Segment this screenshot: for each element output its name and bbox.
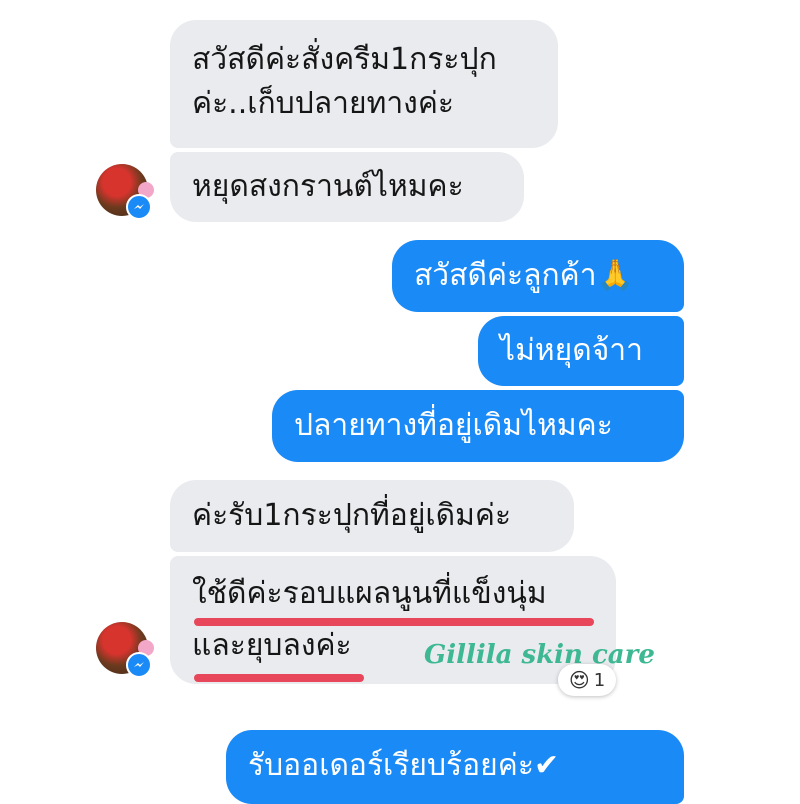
message-text: ไม่หยุดจ้าา <box>500 333 643 368</box>
highlight-underline <box>194 618 594 626</box>
message-text: ค่ะ..เก็บปลายทางค่ะ <box>192 86 455 121</box>
incoming-message-bubble: สวัสดีค่ะสั่งครีม1กระปุก ค่ะ..เก็บปลายทา… <box>170 20 558 148</box>
sender-avatar[interactable] <box>96 164 154 220</box>
messenger-icon <box>126 652 152 678</box>
reaction-count: 1 <box>593 669 606 691</box>
outgoing-message-bubble: ไม่หยุดจ้าา <box>478 316 684 386</box>
incoming-message-bubble: ค่ะรับ1กระปุกที่อยู่เดิมค่ะ <box>170 480 574 552</box>
outgoing-message-bubble: ปลายทางที่อยู่เดิมไหมคะ <box>272 390 684 462</box>
outgoing-message-bubble: สวัสดีค่ะลูกค้า🙏 <box>392 240 684 312</box>
highlight-underline <box>194 674 364 682</box>
message-text: ค่ะรับ1กระปุกที่อยู่เดิมค่ะ <box>192 498 512 533</box>
message-text: ใช้ดีค่ะรอบแผลนูนที่แข็งนุ่ม <box>192 576 547 611</box>
message-text: สวัสดีค่ะสั่งครีม1กระปุก <box>192 42 497 77</box>
message-text: หยุดสงกรานต์ไหมคะ <box>192 169 464 204</box>
incoming-message-bubble: หยุดสงกรานต์ไหมคะ <box>170 152 524 222</box>
outgoing-message-bubble: รับออเดอร์เรียบร้อยค่ะ✔ <box>226 730 684 804</box>
heart-eyes-emoji-icon: 😍 <box>568 668 590 692</box>
watermark-text: Gillila skin care <box>424 640 655 670</box>
messenger-icon <box>126 194 152 220</box>
sender-avatar[interactable] <box>96 622 154 678</box>
message-text: รับออเดอร์เรียบร้อยค่ะ✔ <box>248 748 560 783</box>
message-text: ปลายทางที่อยู่เดิมไหมคะ <box>294 408 613 443</box>
message-text: สวัสดีค่ะลูกค้า🙏 <box>414 258 634 293</box>
reaction-badge[interactable]: 😍 1 <box>558 664 616 696</box>
